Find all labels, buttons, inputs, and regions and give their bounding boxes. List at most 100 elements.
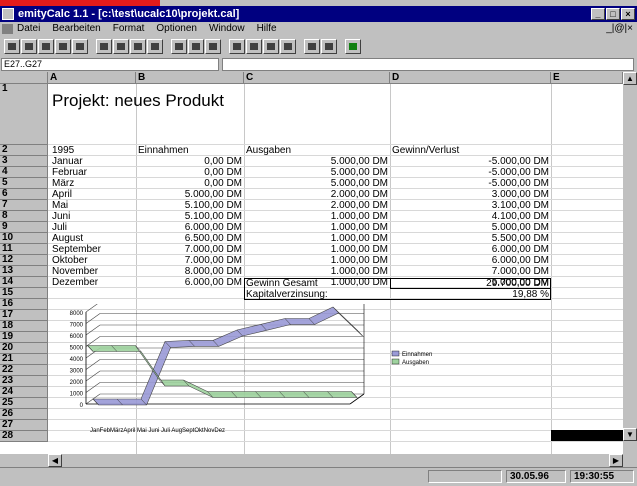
app-icon[interactable] bbox=[2, 8, 14, 20]
justify-icon bbox=[151, 43, 159, 50]
align-left-button[interactable] bbox=[96, 39, 112, 54]
gridline bbox=[48, 144, 623, 145]
status-field bbox=[428, 470, 502, 483]
paste-button[interactable] bbox=[263, 39, 279, 54]
close-button[interactable]: × bbox=[621, 8, 635, 20]
cell-expenses-header: Ausgaben bbox=[246, 145, 292, 156]
menu-format[interactable]: Format bbox=[112, 22, 146, 36]
profit-value: 4.100,00 DM bbox=[491, 211, 549, 222]
series-ribbon-ausgaben bbox=[86, 345, 358, 398]
new-file-icon bbox=[8, 43, 16, 50]
menu-datei[interactable]: Datei bbox=[16, 22, 41, 36]
column-header-c[interactable]: C bbox=[244, 72, 390, 84]
y-tick-label: 6000 bbox=[70, 334, 84, 340]
row-header-1[interactable]: 1 bbox=[0, 84, 48, 145]
income-value: 6.000,00 DM bbox=[184, 277, 242, 288]
align-right-icon bbox=[134, 43, 142, 50]
total-label: Gewinn Gesamt bbox=[246, 278, 318, 289]
formula-bar: E27..G27 bbox=[0, 58, 637, 72]
scroll-left-button[interactable]: ◀ bbox=[48, 454, 62, 467]
menu-bearbeiten[interactable]: Bearbeiten bbox=[51, 22, 101, 36]
status-bar: 30.05.96 19:30:55 bbox=[0, 467, 637, 486]
x-tick-labels: JanFebMärzApril Mai Juni Juli AugSeptOkt… bbox=[90, 428, 225, 434]
column-header-a[interactable]: A bbox=[48, 72, 136, 84]
grid-diagonal bbox=[85, 313, 101, 324]
income-value: 5.000,00 DM bbox=[184, 189, 242, 200]
justify-button[interactable] bbox=[147, 39, 163, 54]
scroll-up-button[interactable]: ▲ bbox=[623, 72, 637, 85]
scroll-right-button[interactable]: ▶ bbox=[609, 454, 623, 467]
border-outer-button[interactable] bbox=[205, 39, 221, 54]
y-tick-label: 7000 bbox=[70, 323, 84, 329]
income-value: 5.100,00 DM bbox=[184, 211, 242, 222]
cell-income-header: Einnahmen bbox=[138, 145, 189, 156]
menu-optionen[interactable]: Optionen bbox=[155, 22, 198, 36]
month-name: März bbox=[52, 178, 75, 189]
document-window-controls[interactable]: _|@|× bbox=[606, 22, 633, 36]
row-header-28[interactable]: 28 bbox=[0, 431, 48, 442]
y-tick-label: 8000 bbox=[70, 311, 84, 317]
align-right-button[interactable] bbox=[130, 39, 146, 54]
income-value: 7.000,00 DM bbox=[184, 255, 242, 266]
print-button[interactable] bbox=[55, 39, 71, 54]
y-tick-label: 0 bbox=[80, 403, 84, 409]
fill-icon bbox=[284, 43, 292, 50]
border-button[interactable] bbox=[171, 39, 187, 54]
border-outer-icon bbox=[209, 43, 217, 50]
maximize-button[interactable]: □ bbox=[606, 8, 620, 20]
autosum-button[interactable] bbox=[321, 39, 337, 54]
title-bar[interactable]: emityCalc 1.1 - [c:\test\ucalc10\projekt… bbox=[0, 6, 637, 22]
month-name: September bbox=[52, 244, 101, 255]
paste-icon bbox=[267, 43, 275, 50]
vertical-scrollbar[interactable]: ▲ ▼ bbox=[623, 72, 637, 454]
legend-swatch bbox=[391, 358, 400, 365]
copy-button[interactable] bbox=[246, 39, 262, 54]
data-point bbox=[356, 329, 363, 337]
save-button[interactable] bbox=[38, 39, 54, 54]
cut-icon bbox=[233, 43, 241, 50]
menu-hilfe[interactable]: Hilfe bbox=[256, 22, 278, 36]
expenses-value: 5.000,00 DM bbox=[330, 156, 388, 167]
document-icon[interactable] bbox=[2, 24, 13, 34]
income-value: 6.000,00 DM bbox=[184, 222, 242, 233]
new-file-button[interactable] bbox=[4, 39, 20, 54]
print-preview-button[interactable] bbox=[72, 39, 88, 54]
menu-window[interactable]: Window bbox=[208, 22, 246, 36]
profit-value: 7.000,00 DM bbox=[491, 266, 549, 277]
profit-value: 3.100,00 DM bbox=[491, 200, 549, 211]
expenses-value: 1.000,00 DM bbox=[330, 244, 388, 255]
legend-label: Einnahmen bbox=[402, 352, 432, 358]
column-header-b[interactable]: B bbox=[136, 72, 244, 84]
cell-reference-field[interactable]: E27..G27 bbox=[1, 58, 219, 71]
window-title: emityCalc 1.1 - [c:\test\ucalc10\projekt… bbox=[18, 8, 240, 20]
menu-bar: Datei Bearbeiten Format Optionen Window … bbox=[0, 22, 637, 36]
income-value: 0,00 DM bbox=[204, 178, 242, 189]
border-inner-button[interactable] bbox=[188, 39, 204, 54]
y-tick-label: 1000 bbox=[70, 392, 84, 398]
expenses-value: 1.000,00 DM bbox=[330, 266, 388, 277]
cell-year: 1995 bbox=[52, 145, 75, 156]
month-name: August bbox=[52, 233, 84, 244]
insert-function-button[interactable] bbox=[304, 39, 320, 54]
spreadsheet-grid[interactable]: A B C D E 1 2 3 4 5 6 7 8 9 10 11 12 13 14 15 16 17 18 19 2… bbox=[0, 72, 623, 454]
y-tick-label: 3000 bbox=[70, 369, 84, 375]
minimize-button[interactable]: _ bbox=[591, 8, 605, 20]
formula-input[interactable] bbox=[222, 58, 634, 71]
month-name: April bbox=[52, 189, 73, 200]
print-icon bbox=[59, 43, 67, 50]
area-chart[interactable]: 8000 7000 6000 5000 4000 3000 2000 1000 0 JanFebM… bbox=[52, 304, 572, 444]
cut-button[interactable] bbox=[229, 39, 245, 54]
fill-button[interactable] bbox=[280, 39, 296, 54]
align-center-button[interactable] bbox=[113, 39, 129, 54]
function-icon bbox=[308, 43, 316, 50]
open-file-button[interactable] bbox=[21, 39, 37, 54]
status-date: 30.05.96 bbox=[506, 470, 566, 483]
sheet-title: Projekt: neues Produkt bbox=[52, 91, 224, 110]
scroll-down-button[interactable]: ▼ bbox=[623, 428, 637, 441]
month-name: Juni bbox=[52, 211, 71, 222]
align-left-icon bbox=[100, 43, 108, 50]
horizontal-scrollbar[interactable]: ◀ ▶ bbox=[48, 454, 637, 467]
column-header-e[interactable]: E bbox=[551, 72, 623, 84]
chart-button[interactable] bbox=[345, 39, 361, 54]
column-header-d[interactable]: D bbox=[390, 72, 551, 84]
